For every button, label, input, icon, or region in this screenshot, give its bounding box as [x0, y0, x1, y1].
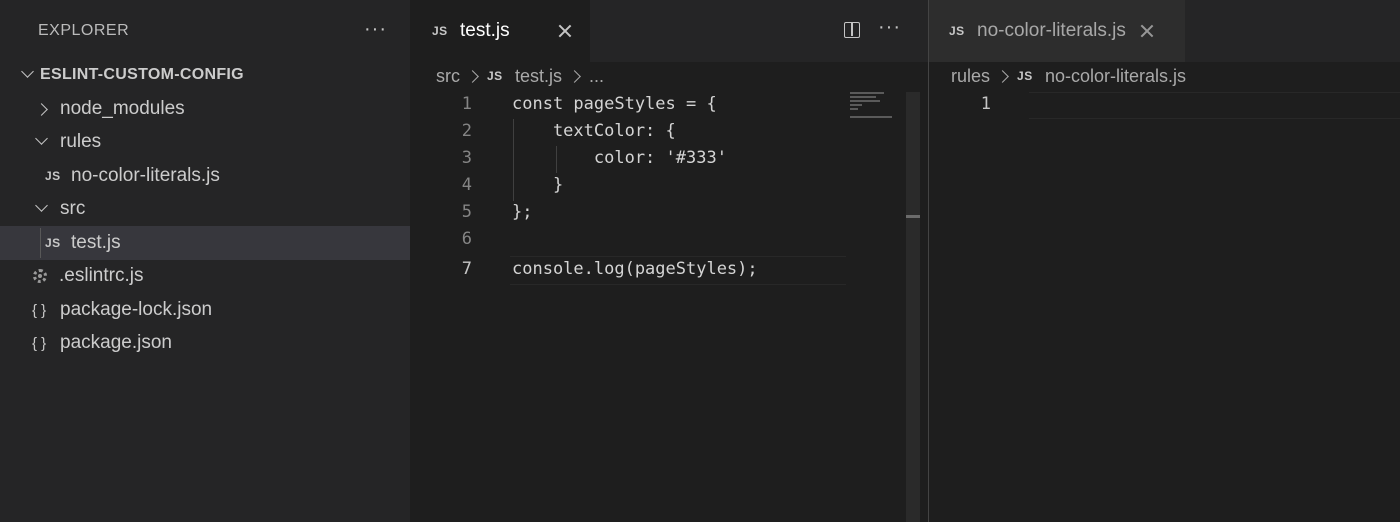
- editor-more-icon[interactable]: ···: [878, 16, 901, 39]
- tree-item-eslintrc[interactable]: .eslintrc.js: [0, 259, 410, 293]
- line-number: 6: [461, 229, 472, 249]
- tree-item-label: .eslintrc.js: [59, 265, 144, 286]
- explorer-sidebar: EXPLORER ··· ESLINT-CUSTOM-CONFIG node_m…: [0, 0, 410, 522]
- scrollbar-marker: [906, 215, 920, 218]
- js-file-icon: JS: [432, 24, 448, 38]
- line-number: 3: [461, 148, 472, 168]
- close-icon[interactable]: [1140, 24, 1154, 38]
- tree-root-folder[interactable]: ESLINT-CUSTOM-CONFIG: [0, 58, 410, 92]
- explorer-more-icon[interactable]: ···: [364, 18, 387, 41]
- line-number: 4: [461, 175, 472, 195]
- tree-item-label: package.json: [60, 332, 172, 353]
- tab-label: test.js: [460, 20, 510, 41]
- tree-item-no-color-literals[interactable]: JS no-color-literals.js: [0, 159, 410, 193]
- breadcrumb-symbols[interactable]: ...: [589, 66, 604, 87]
- gear-icon: [33, 269, 47, 283]
- line-number: 5: [461, 202, 472, 222]
- minimap[interactable]: [850, 92, 906, 122]
- chevron-down-icon: [32, 201, 50, 218]
- breadcrumb-folder[interactable]: src: [436, 66, 460, 87]
- js-file-icon: JS: [949, 24, 965, 38]
- tree-item-package-json[interactable]: { } package.json: [0, 326, 410, 360]
- code-line[interactable]: }: [512, 175, 563, 195]
- tree-item-label: no-color-literals.js: [71, 165, 220, 186]
- indent-guide: [40, 228, 41, 258]
- tree-item-src[interactable]: src: [0, 192, 410, 226]
- line-number-current: 7: [461, 259, 472, 279]
- tree-item-label: package-lock.json: [60, 299, 213, 320]
- breadcrumb-folder[interactable]: rules: [951, 66, 990, 87]
- line-number: 2: [461, 121, 472, 141]
- explorer-header: EXPLORER ···: [0, 0, 410, 64]
- explorer-title: EXPLORER: [38, 22, 130, 39]
- tree-item-label: test.js: [71, 232, 121, 253]
- tree-item-package-lock[interactable]: { } package-lock.json: [0, 293, 410, 327]
- tree-item-label: node_modules: [60, 98, 185, 119]
- breadcrumb-file[interactable]: no-color-literals.js: [1045, 66, 1186, 87]
- chevron-down-icon: [18, 67, 36, 84]
- js-file-icon: JS: [45, 169, 61, 183]
- js-file-icon: JS: [487, 69, 503, 83]
- tab-test-js[interactable]: JS test.js: [410, 0, 590, 62]
- vertical-scrollbar[interactable]: [906, 92, 920, 522]
- chevron-right-icon: [996, 69, 1009, 83]
- breadcrumb: rules JS no-color-literals.js: [951, 62, 1186, 90]
- tree-item-node-modules[interactable]: node_modules: [0, 92, 410, 126]
- code-line[interactable]: const pageStyles = {: [512, 94, 717, 114]
- editor-tab-bar: JS test.js ···: [410, 0, 928, 62]
- tab-no-color-literals[interactable]: JS no-color-literals.js: [929, 0, 1185, 62]
- breadcrumb: src JS test.js ...: [436, 62, 604, 90]
- tab-label: no-color-literals.js: [977, 20, 1126, 41]
- editor-group-1: JS test.js ··· src JS test.js ... 1 2 3 …: [410, 0, 928, 522]
- chevron-right-icon: [32, 101, 50, 117]
- code-line[interactable]: textColor: {: [512, 121, 676, 141]
- editor-tab-bar: JS no-color-literals.js: [929, 0, 1400, 62]
- tree-item-test-js[interactable]: JS test.js: [0, 226, 410, 260]
- js-file-icon: JS: [1017, 69, 1033, 83]
- tree-item-label: rules: [60, 131, 102, 152]
- code-line[interactable]: color: '#333': [512, 148, 727, 168]
- line-number-current: 1: [980, 94, 991, 114]
- current-line-highlight: [1029, 92, 1400, 119]
- split-editor-icon[interactable]: [844, 22, 860, 38]
- editor-group-2: JS no-color-literals.js rules JS no-colo…: [928, 0, 1400, 522]
- breadcrumb-file[interactable]: test.js: [515, 66, 562, 87]
- json-file-icon: { }: [32, 334, 47, 352]
- chevron-right-icon: [568, 69, 581, 83]
- close-icon[interactable]: [558, 24, 572, 38]
- tree-item-label: src: [60, 198, 86, 219]
- code-line[interactable]: };: [512, 202, 532, 222]
- line-number: 1: [461, 94, 472, 114]
- code-line[interactable]: console.log(pageStyles);: [512, 259, 758, 279]
- root-folder-label: ESLINT-CUSTOM-CONFIG: [40, 66, 244, 83]
- chevron-down-icon: [32, 134, 50, 151]
- tree-item-rules[interactable]: rules: [0, 125, 410, 159]
- chevron-right-icon: [466, 69, 479, 83]
- json-file-icon: { }: [32, 301, 47, 319]
- js-file-icon: JS: [45, 236, 61, 250]
